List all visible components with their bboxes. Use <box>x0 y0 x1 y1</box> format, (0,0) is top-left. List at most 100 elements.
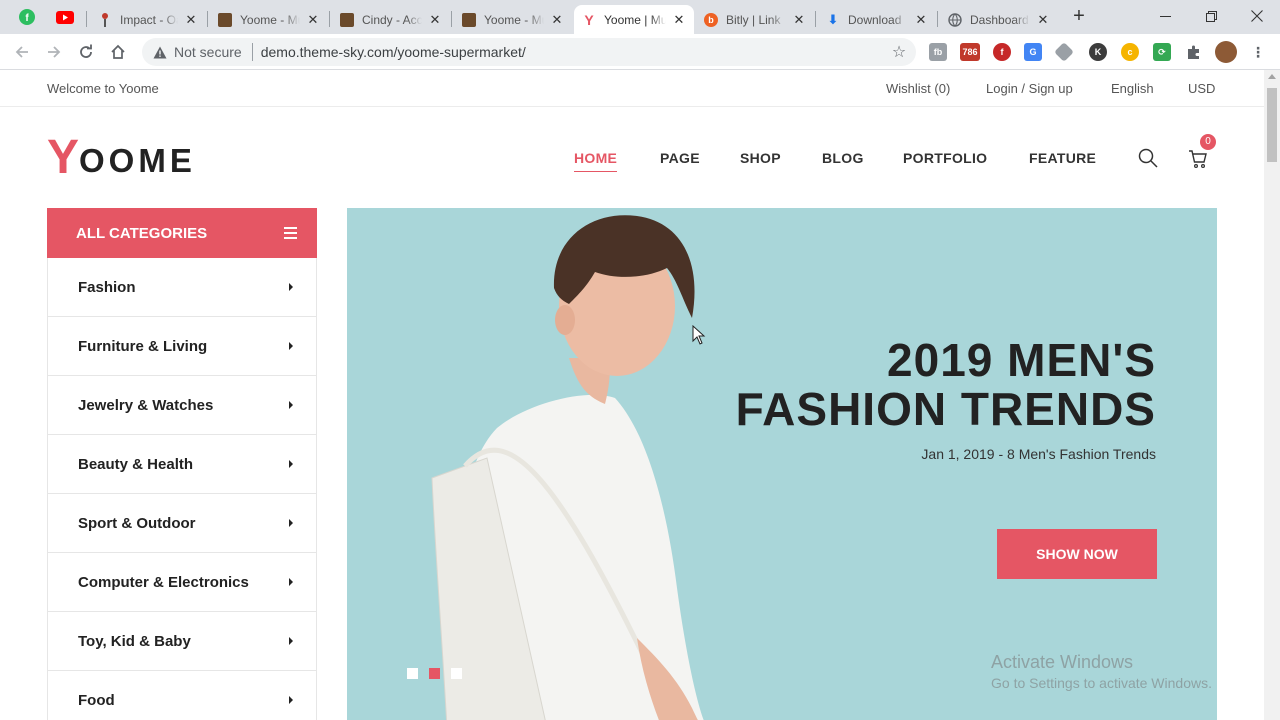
address-bar[interactable]: Not secure demo.theme-sky.com/yoome-supe… <box>142 38 916 66</box>
close-icon[interactable]: ✕ <box>428 12 442 27</box>
security-status[interactable]: Not secure <box>174 44 242 60</box>
extension-1-icon[interactable]: fb <box>929 43 947 61</box>
download-icon: ⬇ <box>827 11 839 27</box>
category-sport[interactable]: Sport & Outdoor <box>48 494 316 553</box>
category-label: Food <box>78 691 115 709</box>
browser-tab-strip: f Impact - Oa ✕ Yoome - Mu ✕ Cindy - Acc… <box>0 0 1280 34</box>
category-computer[interactable]: Computer & Electronics <box>48 553 316 612</box>
pinned-tab-evernote[interactable]: f <box>12 6 42 28</box>
extension-k-icon[interactable]: K <box>1089 43 1107 61</box>
extension-green-icon[interactable]: ⟳ <box>1153 43 1171 61</box>
page-scrollbar[interactable] <box>1264 70 1280 720</box>
language-selector[interactable]: English <box>1111 81 1154 96</box>
category-label: Toy, Kid & Baby <box>78 632 191 650</box>
reload-button[interactable] <box>74 40 98 64</box>
tab-title: Yoome | Mu <box>604 12 666 27</box>
mouse-cursor-icon <box>692 325 706 345</box>
currency-selector[interactable]: USD <box>1188 81 1215 96</box>
slider-dots <box>407 668 473 679</box>
cindy-thumbnail-icon <box>340 12 354 27</box>
browser-toolbar: Not secure demo.theme-sky.com/yoome-supe… <box>0 34 1280 70</box>
close-window-button[interactable] <box>1234 0 1280 32</box>
close-icon[interactable]: ✕ <box>550 12 564 27</box>
extension-calendar-icon[interactable]: 786 <box>960 43 980 61</box>
tab-download[interactable]: ⬇ Download ✕ <box>818 5 936 34</box>
nav-home[interactable]: HOME <box>574 150 618 172</box>
back-button[interactable] <box>10 40 34 64</box>
extensions-puzzle-icon[interactable] <box>1185 43 1203 61</box>
watermark-line-1: Activate Windows <box>991 652 1134 672</box>
cart-button[interactable] <box>1187 148 1209 170</box>
slider-dot-2[interactable] <box>429 668 440 679</box>
hero-title-line-2: FASHION TRENDS <box>735 383 1156 435</box>
reload-icon <box>80 44 92 58</box>
tab-title: Yoome - Mu <box>484 12 544 27</box>
hero-model-image <box>431 215 704 720</box>
tab-dashboard[interactable]: Dashboard ✕ <box>940 5 1058 34</box>
search-button[interactable] <box>1137 147 1159 169</box>
nav-portfolio[interactable]: PORTFOLIO <box>903 150 987 166</box>
category-jewelry[interactable]: Jewelry & Watches <box>48 376 316 435</box>
caret-right-icon <box>289 519 293 527</box>
category-beauty[interactable]: Beauty & Health <box>48 435 316 494</box>
show-now-button[interactable]: SHOW NOW <box>997 529 1157 579</box>
new-tab-button[interactable]: + <box>1068 6 1090 27</box>
close-icon[interactable]: ✕ <box>306 12 320 27</box>
tab-yoome-2[interactable]: Yoome - Mu ✕ <box>454 5 572 34</box>
nav-feature[interactable]: FEATURE <box>1029 150 1096 166</box>
all-categories-header[interactable]: ALL CATEGORIES <box>47 208 317 258</box>
profile-avatar[interactable] <box>1215 41 1237 63</box>
tab-cindy[interactable]: Cindy - Acc ✕ <box>332 5 450 34</box>
bookmark-star-icon[interactable]: ☆ <box>888 42 910 62</box>
tab-impact[interactable]: Impact - Oa ✕ <box>90 5 206 34</box>
category-list: Fashion Furniture & Living Jewelry & Wat… <box>47 258 317 720</box>
forward-button[interactable] <box>42 40 66 64</box>
yoome-thumbnail-icon <box>462 12 476 27</box>
browser-menu-icon[interactable]: ⋮ <box>1249 43 1267 61</box>
caret-right-icon <box>289 696 293 704</box>
home-button[interactable] <box>106 40 130 64</box>
close-icon[interactable]: ✕ <box>672 12 686 27</box>
scrollbar-thumb[interactable] <box>1267 88 1277 162</box>
close-icon[interactable]: ✕ <box>1036 12 1050 27</box>
web-page: Welcome to Yoome Wishlist (0) Login / Si… <box>0 70 1264 720</box>
tab-bitly[interactable]: b Bitly | Link ✕ <box>696 5 814 34</box>
caret-right-icon <box>289 578 293 586</box>
extension-coin-icon[interactable]: c <box>1121 43 1139 61</box>
tab-title: Yoome - Mu <box>240 12 300 27</box>
category-toy[interactable]: Toy, Kid & Baby <box>48 612 316 671</box>
tab-title: Dashboard <box>970 12 1029 27</box>
category-fashion[interactable]: Fashion <box>48 258 316 317</box>
category-food[interactable]: Food <box>48 671 316 720</box>
search-icon <box>1138 148 1158 168</box>
tab-yoome-1[interactable]: Yoome - Mu ✕ <box>210 5 328 34</box>
close-icon[interactable]: ✕ <box>914 12 928 27</box>
login-link[interactable]: Login / Sign up <box>986 81 1073 96</box>
close-icon[interactable]: ✕ <box>184 12 198 27</box>
restore-button[interactable] <box>1188 0 1234 32</box>
tab-title: Bitly | Link <box>726 12 781 27</box>
tab-yoome-active[interactable]: Y Yoome | Mu ✕ <box>574 5 694 34</box>
extension-tag-icon[interactable] <box>1054 42 1074 62</box>
nav-page[interactable]: PAGE <box>660 150 700 166</box>
slider-dot-1[interactable] <box>407 668 418 679</box>
translate-icon[interactable]: G <box>1024 43 1042 61</box>
warning-icon[interactable] <box>152 44 168 60</box>
slider-dot-3[interactable] <box>451 668 462 679</box>
url-text[interactable]: demo.theme-sky.com/yoome-supermarket/ <box>261 44 888 60</box>
pinned-tab-youtube[interactable] <box>50 6 80 28</box>
category-menu: ALL CATEGORIES Fashion Furniture & Livin… <box>47 208 317 720</box>
scroll-up-arrow-icon[interactable] <box>1268 74 1276 79</box>
minimize-button[interactable] <box>1142 0 1188 32</box>
category-furniture[interactable]: Furniture & Living <box>48 317 316 376</box>
logo-letters: OOME <box>79 142 196 179</box>
impact-favicon-icon <box>98 12 112 27</box>
close-icon[interactable]: ✕ <box>792 12 806 27</box>
wishlist-link[interactable]: Wishlist (0) <box>886 81 950 96</box>
nav-blog[interactable]: BLOG <box>822 150 864 166</box>
site-logo[interactable]: Y OOME <box>47 132 196 184</box>
hero-subtitle: Jan 1, 2019 - 8 Men's Fashion Trends <box>921 446 1156 462</box>
extension-f-icon[interactable]: f <box>993 43 1011 61</box>
nav-shop[interactable]: SHOP <box>740 150 781 166</box>
yoome-thumbnail-icon <box>218 12 232 27</box>
